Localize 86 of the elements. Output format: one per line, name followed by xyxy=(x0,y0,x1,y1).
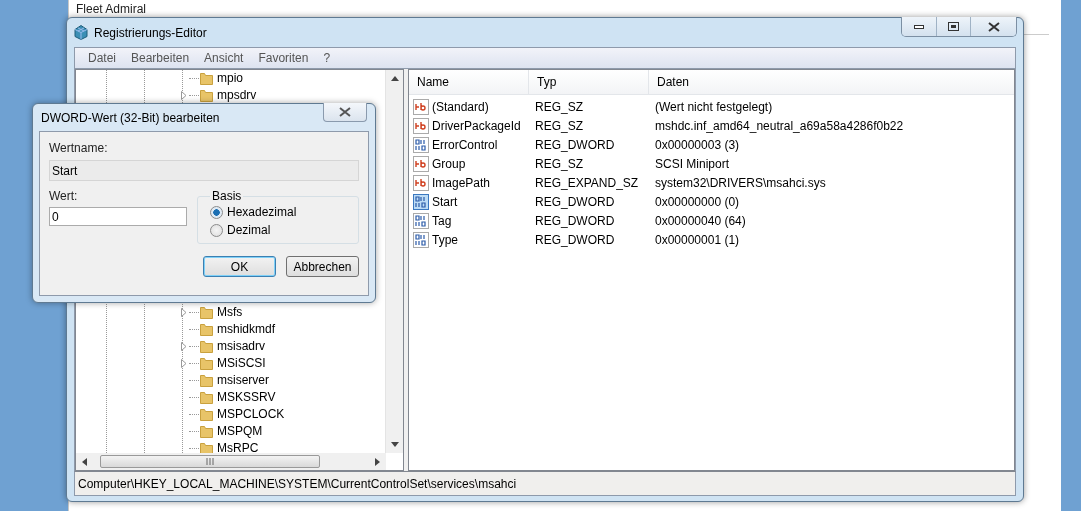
close-button[interactable] xyxy=(970,17,1016,36)
radio-label[interactable]: Dezimal xyxy=(227,223,271,237)
tree-item[interactable]: Msfs xyxy=(217,306,243,319)
radio-label[interactable]: Hexadezimal xyxy=(227,205,297,219)
scroll-right-icon[interactable] xyxy=(375,457,380,466)
group-label: Basis xyxy=(211,189,243,203)
value-type: REG_DWORD xyxy=(535,213,615,228)
tree-item[interactable]: MsRPC xyxy=(217,442,259,453)
field-label: Wert: xyxy=(49,189,79,203)
value-data: 0x00000000 (0) xyxy=(655,194,740,209)
folder-icon xyxy=(200,425,213,438)
horizontal-scrollbar[interactable] xyxy=(76,453,386,470)
close-icon xyxy=(339,107,351,117)
value-data: (Wert nicht festgelegt) xyxy=(655,99,773,114)
folder-icon xyxy=(200,357,213,370)
value-input[interactable]: 0 xyxy=(49,207,187,226)
value-data: SCSI Miniport xyxy=(655,156,730,171)
radio-button[interactable] xyxy=(210,223,223,237)
close-icon xyxy=(987,21,1000,32)
column-header[interactable]: Typ xyxy=(529,70,649,94)
scroll-up-icon[interactable] xyxy=(390,76,399,81)
folder-icon xyxy=(200,72,213,85)
value-type: REG_DWORD xyxy=(535,232,615,247)
menu-item[interactable]: Favoriten xyxy=(250,51,316,65)
tree-item[interactable]: MSKSSRV xyxy=(217,391,276,404)
tree-item[interactable]: msisadrv xyxy=(217,340,265,353)
value-type: REG_EXPAND_SZ xyxy=(535,175,639,190)
column-header[interactable]: Daten xyxy=(649,70,1014,94)
tree-item[interactable]: msiserver xyxy=(217,374,269,387)
value-name[interactable]: Group xyxy=(432,156,466,171)
close-button[interactable] xyxy=(323,103,367,122)
user-rank: Fleet Admiral xyxy=(76,2,147,16)
menu-item[interactable]: Ansicht xyxy=(196,51,251,65)
value-name[interactable]: Start xyxy=(432,194,458,209)
scrollbar-thumb[interactable] xyxy=(100,455,320,468)
value-name[interactable]: Tag xyxy=(432,213,452,228)
value-name[interactable]: ImagePath xyxy=(432,175,491,190)
field-label: Wertname: xyxy=(49,141,109,155)
scroll-down-icon[interactable] xyxy=(390,442,399,447)
vertical-scrollbar[interactable] xyxy=(385,70,403,453)
folder-icon xyxy=(200,374,213,387)
tree-item[interactable]: MSiSCSI xyxy=(217,357,266,370)
value-data: mshdc.inf_amd64_neutral_a69a58a4286f0b22 xyxy=(655,118,904,133)
folder-icon xyxy=(200,306,213,319)
dialog-title: DWORD-Wert (32-Bit) bearbeiten xyxy=(41,110,220,125)
value-data: 0x00000001 (1) xyxy=(655,232,740,247)
menu-item[interactable]: Datei xyxy=(80,51,123,65)
value-data: system32\DRIVERS\msahci.sys xyxy=(655,175,826,190)
grip-icon xyxy=(205,458,215,465)
menu-item[interactable]: Bearbeiten xyxy=(123,51,197,65)
value-type: REG_SZ xyxy=(535,118,583,133)
registry-icon xyxy=(74,25,88,40)
tree-item[interactable]: mshidkmdf xyxy=(217,323,275,336)
value-data: 0x00000040 (64) xyxy=(655,213,746,228)
value-name[interactable]: Type xyxy=(432,232,458,247)
value-type: REG_SZ xyxy=(535,99,583,114)
value-type: REG_DWORD xyxy=(535,194,615,209)
folder-icon xyxy=(200,323,213,336)
tree-item[interactable]: mpio xyxy=(217,72,243,85)
tree-item[interactable]: MSPQM xyxy=(217,425,263,438)
value-name[interactable]: ErrorControl xyxy=(432,137,498,152)
folder-icon xyxy=(200,340,213,353)
value-type: REG_SZ xyxy=(535,156,583,171)
tree-item[interactable]: mpsdrv xyxy=(217,89,257,102)
value-name[interactable]: (Standard) xyxy=(432,99,489,114)
value-name-field[interactable]: Start xyxy=(49,160,359,181)
window-title: Registrierungs-Editor xyxy=(94,25,207,40)
radio-button[interactable] xyxy=(210,205,223,219)
folder-icon xyxy=(200,391,213,404)
menu-item[interactable]: ? xyxy=(315,51,338,65)
status-bar: Computer\HKEY_LOCAL_MACHINE\SYSTEM\CurrentControlSet\services\msahci xyxy=(74,471,1016,496)
minimize-icon xyxy=(914,24,924,29)
maximize-button[interactable] xyxy=(936,17,970,36)
dialog-button[interactable]: OK xyxy=(203,256,276,277)
expand-arrow-icon[interactable] xyxy=(180,308,187,317)
value-name[interactable]: DriverPackageId xyxy=(432,118,521,133)
folder-icon xyxy=(200,408,213,421)
maximize-icon xyxy=(948,22,959,31)
column-header[interactable]: Name xyxy=(409,70,529,94)
expand-arrow-icon[interactable] xyxy=(180,91,187,100)
tree-item[interactable]: MSPCLOCK xyxy=(217,408,285,421)
minimize-button[interactable] xyxy=(902,17,936,36)
dialog-button[interactable]: Abbrechen xyxy=(286,256,359,277)
value-data: 0x00000003 (3) xyxy=(655,137,740,152)
value-type: REG_DWORD xyxy=(535,137,615,152)
scroll-left-icon[interactable] xyxy=(82,457,87,466)
